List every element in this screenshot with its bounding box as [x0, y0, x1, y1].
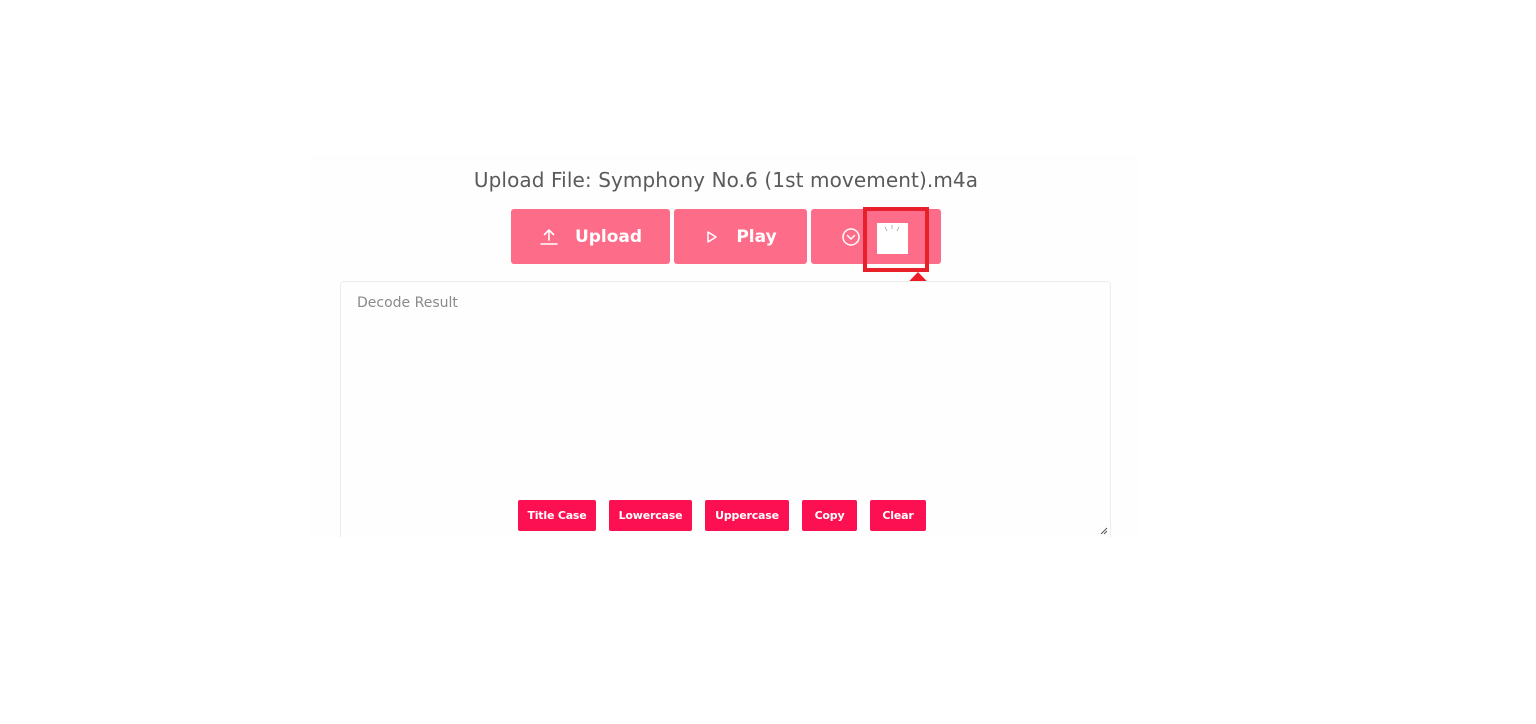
uppercase-button[interactable]: Uppercase [705, 500, 789, 531]
decode-result-textarea[interactable] [341, 282, 1110, 537]
upload-icon [539, 227, 559, 247]
play-button-label: Play [736, 226, 777, 247]
clear-button[interactable]: Clear [870, 500, 926, 531]
decode-result-box [340, 281, 1111, 537]
more-options-button[interactable] [811, 209, 941, 264]
play-icon [704, 229, 720, 245]
play-button[interactable]: Play [674, 209, 807, 264]
upload-button-label: Upload [574, 226, 643, 247]
copy-button[interactable]: Copy [802, 500, 857, 531]
upload-button[interactable]: Upload [511, 209, 670, 264]
loading-spinner-icon [884, 225, 900, 232]
lowercase-button[interactable]: Lowercase [609, 500, 692, 531]
upload-file-title: Upload File: Symphony No.6 (1st movement… [473, 168, 979, 192]
title-case-button[interactable]: Title Case [518, 500, 596, 531]
chevron-circle-down-icon [841, 227, 861, 247]
resize-handle-icon[interactable] [1100, 527, 1108, 535]
